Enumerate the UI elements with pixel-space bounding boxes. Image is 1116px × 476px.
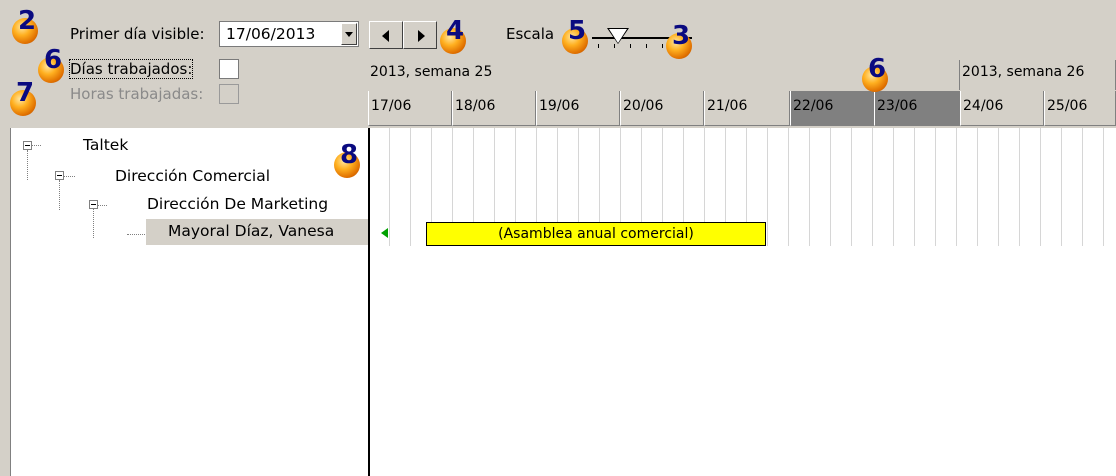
first-visible-day-picker[interactable]: 17/06/2013: [219, 21, 359, 47]
grid-line: [830, 128, 831, 246]
previous-button[interactable]: [369, 21, 403, 49]
grid-line: [851, 128, 852, 246]
callout-badge-6: 6: [38, 45, 68, 83]
organization-tree[interactable]: Taltek Dirección Comercial Dirección De …: [10, 128, 368, 476]
callout-number: 4: [446, 16, 465, 46]
grid-line: [893, 128, 894, 246]
worked-hours-label: Horas trabajadas:: [70, 85, 204, 103]
grid-line: [809, 128, 810, 246]
gantt-chart-area[interactable]: [368, 128, 1116, 476]
grid-line: [788, 128, 789, 246]
callout-badge-4: 4: [440, 16, 470, 54]
grid-line: [872, 128, 873, 246]
grid-line: [977, 128, 978, 246]
slider-tick: [646, 44, 647, 48]
grid-line: [998, 128, 999, 246]
arrow-right-icon: [418, 30, 425, 42]
task-bar[interactable]: (Asamblea anual comercial): [426, 222, 766, 246]
callout-number: 8: [340, 140, 359, 170]
worked-days-label: Días trabajados:: [68, 59, 194, 79]
day-header-cell[interactable]: 17/06: [368, 91, 452, 126]
callout-badge-7: 7: [10, 78, 40, 116]
day-header-cell-weekend[interactable]: 22/06: [790, 91, 874, 126]
tree-connector: [27, 150, 29, 180]
chevron-down-icon[interactable]: [341, 23, 357, 45]
arrow-left-icon: [382, 30, 389, 42]
slider-tick: [630, 44, 631, 48]
first-visible-day-label: Primer día visible:: [70, 25, 205, 43]
callout-badge-6: 6: [862, 54, 892, 92]
collapse-icon[interactable]: [23, 141, 32, 150]
grid-line: [1061, 128, 1062, 246]
callout-badge-8: 8: [334, 140, 364, 178]
grid-line: [389, 128, 390, 246]
tree-node-employee[interactable]: Mayoral Díaz, Vanesa: [168, 222, 334, 240]
tree-connector: [93, 208, 95, 238]
grid-line: [935, 128, 936, 246]
slider-tick: [614, 44, 615, 48]
task-start-marker-icon: [381, 228, 388, 238]
day-header-cell[interactable]: 25/06: [1044, 91, 1116, 126]
day-header-cell[interactable]: 18/06: [452, 91, 536, 126]
grid-line: [914, 128, 915, 246]
grid-line: [767, 128, 768, 246]
collapse-icon[interactable]: [55, 171, 64, 180]
callout-number: 6: [44, 45, 63, 75]
day-header-cell[interactable]: 21/06: [704, 91, 790, 126]
grid-line: [1019, 128, 1020, 246]
callout-number: 5: [568, 16, 587, 46]
grid-line: [410, 128, 411, 246]
tree-node-taltek[interactable]: Taltek: [83, 136, 128, 154]
day-header-cell[interactable]: 19/06: [536, 91, 620, 126]
callout-number: 7: [16, 78, 35, 108]
callout-number: 2: [18, 6, 37, 36]
grid-line: [1103, 128, 1104, 246]
worked-hours-checkbox: [219, 84, 239, 104]
grid-line: [956, 128, 957, 246]
grid-line: [1082, 128, 1083, 246]
callout-number: 3: [672, 21, 691, 51]
slider-tick: [662, 44, 663, 48]
worked-days-checkbox[interactable]: [219, 59, 239, 79]
tree-node-direccion-marketing[interactable]: Dirección De Marketing: [147, 195, 328, 213]
day-header-cell-weekend[interactable]: 23/06: [874, 91, 960, 126]
callout-badge-5: 5: [562, 16, 592, 54]
week-header: 2013, semana 25 2013, semana 26: [368, 60, 1116, 90]
callout-badge-3: 3: [666, 21, 696, 59]
scale-slider-thumb[interactable]: [609, 29, 627, 43]
day-header-cell[interactable]: 24/06: [960, 91, 1044, 126]
scale-label: Escala: [506, 25, 555, 43]
collapse-icon[interactable]: [89, 200, 98, 209]
day-header: 17/06 18/06 19/06 20/06 21/06 22/06 23/0…: [368, 91, 1116, 126]
first-visible-day-value: 17/06/2013: [226, 25, 316, 43]
slider-tick: [598, 44, 599, 48]
tree-connector: [127, 234, 145, 236]
selected-tree-row[interactable]: Mayoral Díaz, Vanesa: [146, 219, 368, 245]
day-header-cell[interactable]: 20/06: [620, 91, 704, 126]
tree-connector: [63, 176, 75, 178]
next-button[interactable]: [403, 21, 437, 49]
week-header-cell: 2013, semana 26: [960, 60, 1116, 90]
grid-line: [1040, 128, 1041, 246]
tree-node-direccion-comercial[interactable]: Dirección Comercial: [115, 167, 270, 185]
tree-connector: [59, 180, 61, 210]
callout-number: 6: [868, 54, 887, 84]
callout-badge-2: 2: [12, 6, 42, 44]
